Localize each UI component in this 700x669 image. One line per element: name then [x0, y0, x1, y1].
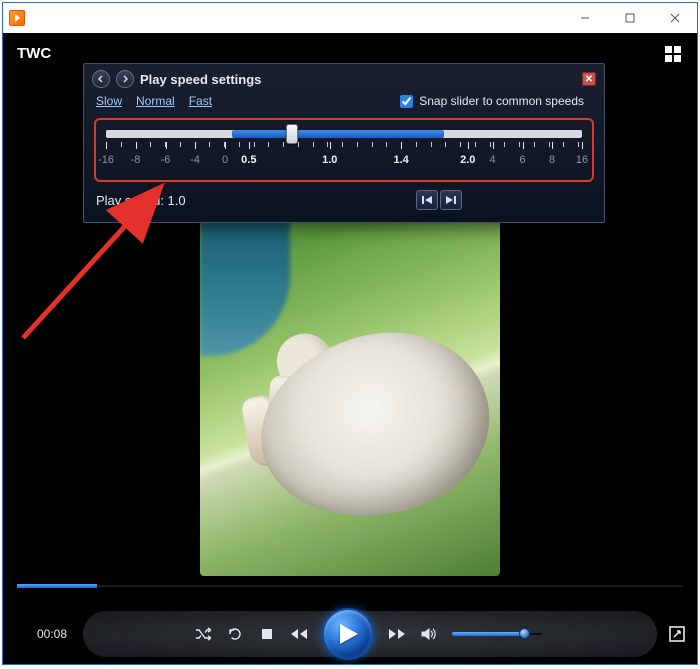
speed-normal-link[interactable]: Normal: [136, 94, 175, 108]
switch-to-library-icon[interactable]: [665, 46, 683, 62]
maximize-button[interactable]: [607, 4, 652, 32]
play-speed-readout: Play speed: 1.0: [96, 193, 186, 208]
tick-label: 4: [489, 154, 495, 166]
current-time: 00:08: [3, 627, 83, 641]
tick-label: -4: [190, 154, 200, 166]
stop-button[interactable]: [252, 619, 282, 649]
overlay-title: TWC: [17, 45, 51, 62]
player-content: TWC Play speed settings ✕ Slow Normal Fa…: [3, 33, 697, 664]
frame-step-forward-button[interactable]: [440, 190, 462, 210]
frame-step-back-button[interactable]: [416, 190, 438, 210]
snap-checkbox-label[interactable]: Snap slider to common speeds: [400, 94, 596, 108]
previous-button[interactable]: [284, 619, 314, 649]
tick-label: 0: [222, 154, 228, 166]
minimize-button[interactable]: [562, 4, 607, 32]
speed-slider-highlight-box: -16 -8 -6 -4 0 0.5 1.0 1.4 2.0 4 6 8 16: [94, 118, 594, 182]
app-window: TWC Play speed settings ✕ Slow Normal Fa…: [2, 2, 698, 665]
tick-label: 16: [576, 154, 588, 166]
tick-label: -16: [98, 154, 114, 166]
tick-label: 0.5: [241, 154, 256, 166]
speed-slider-ticks: -16-8-6-400.51.01.42.046816: [106, 142, 582, 174]
playback-controls: 00:08: [3, 604, 697, 664]
video-frame: [200, 176, 500, 576]
tick-label: 8: [549, 154, 555, 166]
mute-button[interactable]: [414, 619, 444, 649]
wmp-app-icon: [9, 10, 25, 26]
tick-label: 2.0: [460, 154, 475, 166]
tick-label: 1.0: [322, 154, 337, 166]
snap-checkbox[interactable]: [400, 95, 413, 108]
panel-close-button[interactable]: ✕: [582, 72, 596, 86]
tick-label: 1.4: [393, 154, 408, 166]
repeat-button[interactable]: [220, 619, 250, 649]
next-button[interactable]: [382, 619, 412, 649]
panel-back-button[interactable]: [92, 70, 110, 88]
tick-label: -6: [161, 154, 171, 166]
speed-fast-link[interactable]: Fast: [189, 94, 212, 108]
fullscreen-button[interactable]: [662, 619, 692, 649]
play-speed-panel: Play speed settings ✕ Slow Normal Fast S…: [83, 63, 605, 223]
speed-slider-track[interactable]: [106, 130, 582, 138]
speed-slow-link[interactable]: Slow: [96, 94, 122, 108]
seek-bar[interactable]: [17, 578, 683, 594]
titlebar: [3, 3, 697, 33]
volume-slider[interactable]: [452, 631, 542, 637]
close-button[interactable]: [652, 4, 697, 32]
panel-title: Play speed settings: [140, 72, 261, 87]
shuffle-button[interactable]: [188, 619, 218, 649]
tick-label: 6: [519, 154, 525, 166]
tick-label: -8: [131, 154, 141, 166]
snap-label-text: Snap slider to common speeds: [419, 94, 584, 108]
play-button[interactable]: [322, 608, 374, 660]
speed-slider-thumb[interactable]: [286, 124, 298, 144]
panel-forward-button[interactable]: [116, 70, 134, 88]
